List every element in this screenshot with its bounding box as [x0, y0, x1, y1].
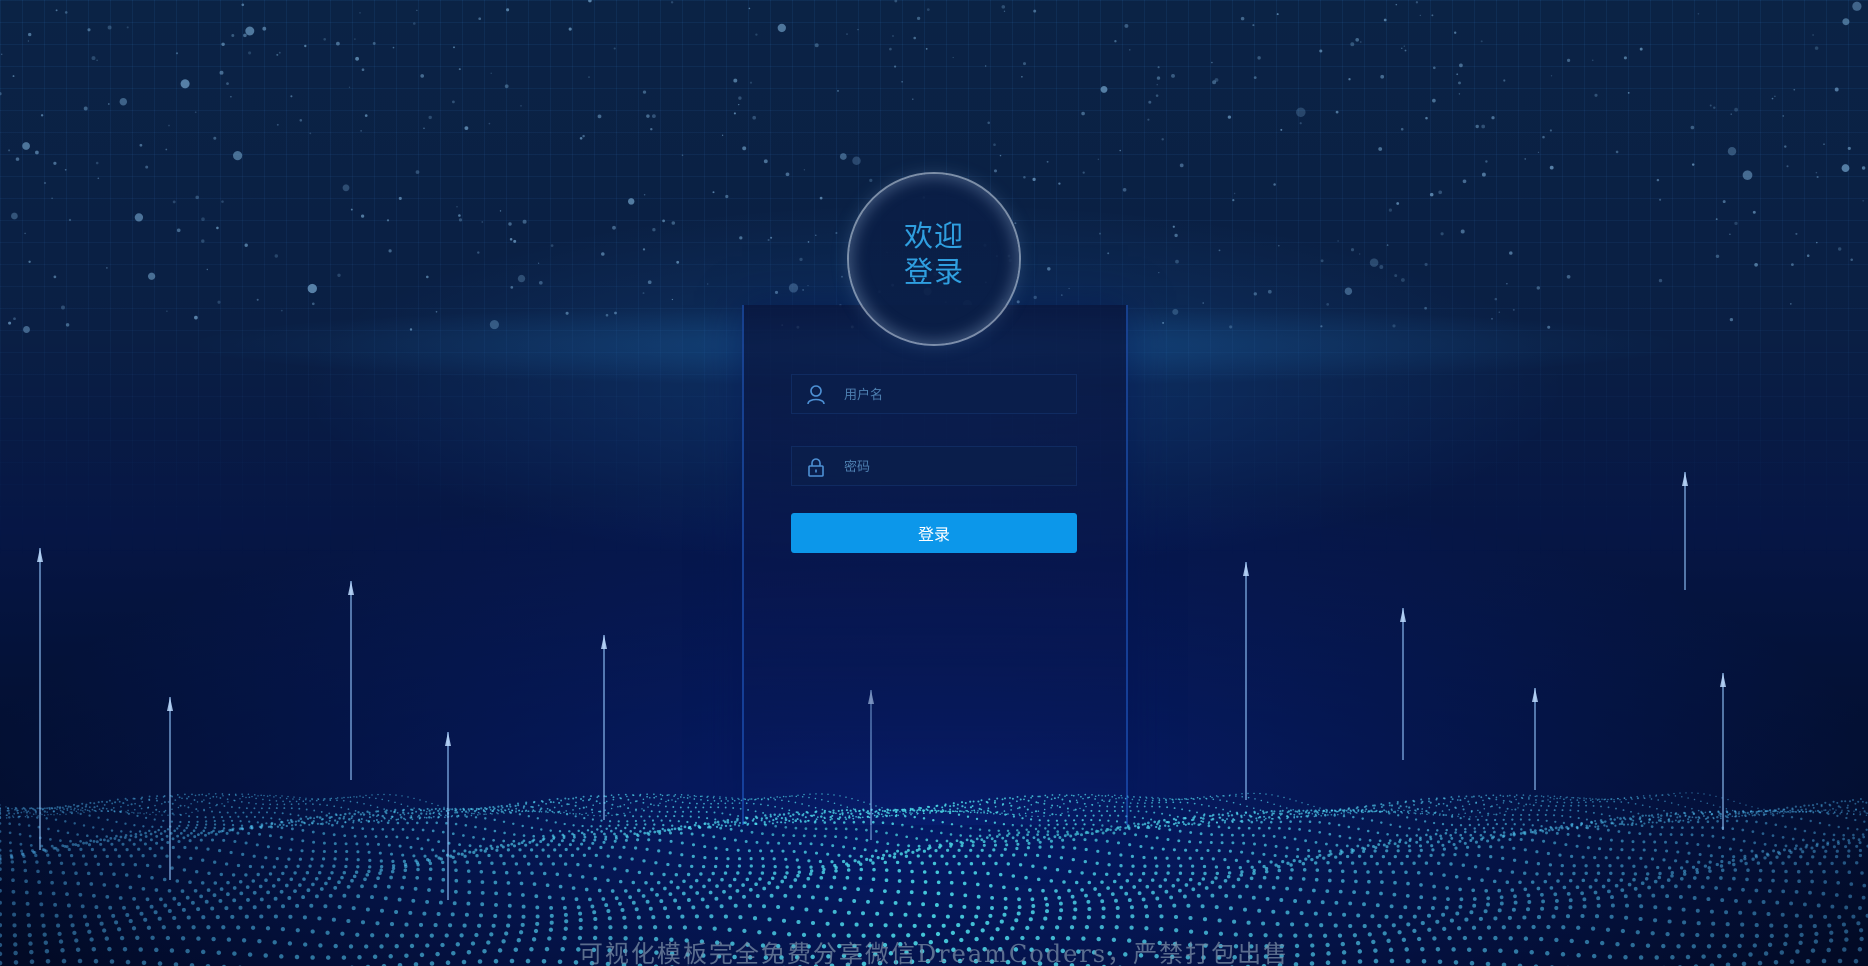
welcome-title-line2: 登录 [903, 255, 964, 289]
user-icon [806, 384, 826, 406]
welcome-title: 欢迎 登录 [849, 218, 1019, 290]
password-field[interactable] [791, 446, 1077, 487]
footer-notice: 可视化模板完全免费分享微信DreamCoders，严禁打包出售 [578, 940, 1290, 966]
lock-icon [806, 456, 826, 478]
username-field[interactable] [791, 374, 1077, 415]
login-page: 欢迎 登录 登录 可视化模板完全免费分享微信DreamCoders，严禁打包出售 [0, 0, 1868, 966]
login-button[interactable]: 登录 [791, 513, 1077, 553]
welcome-title-line1: 欢迎 [903, 219, 964, 253]
password-input[interactable] [842, 447, 1070, 487]
username-input[interactable] [842, 375, 1070, 415]
